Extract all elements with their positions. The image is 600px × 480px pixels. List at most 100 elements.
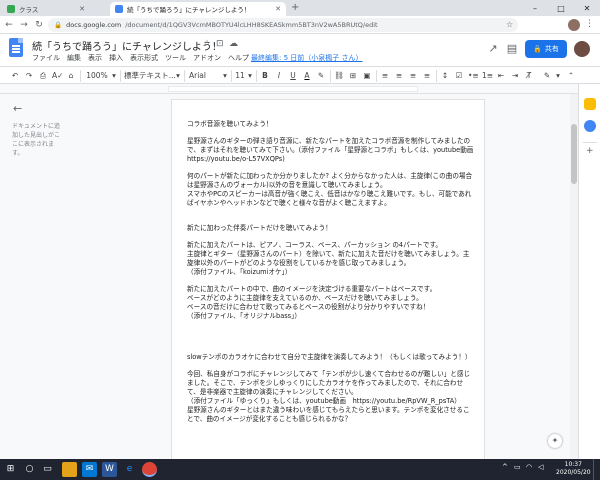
align-left-icon[interactable]: ≡ <box>380 70 390 82</box>
spellcheck-icon[interactable]: A✓ <box>52 70 63 82</box>
bookmark-star-icon[interactable]: ☆ <box>506 20 513 29</box>
menu-format[interactable]: 表示形式 <box>130 53 158 63</box>
menu-help[interactable]: ヘルプ <box>228 53 249 63</box>
indent-increase-icon[interactable]: ⇥ <box>510 70 520 82</box>
indent-decrease-icon[interactable]: ⇤ <box>496 70 506 82</box>
close-icon[interactable]: ✕ <box>275 5 281 13</box>
highlight-icon[interactable]: ✎ <box>316 70 326 82</box>
paragraph[interactable]: 新たに加えたパートの中で、曲のイメージを決定づける重要なパートはベースです。 ベ… <box>187 285 475 321</box>
edit-mode-icon[interactable]: ✎ <box>542 70 552 82</box>
minimize-button[interactable]: – <box>522 0 548 16</box>
scrollbar-thumb[interactable] <box>571 124 577 184</box>
tab-doc[interactable]: 続「うちで踊ろう」にチャレンジしよう！ ✕ <box>110 2 286 16</box>
image-icon[interactable]: ▣ <box>362 70 372 82</box>
align-right-icon[interactable]: ≡ <box>408 70 418 82</box>
battery-icon[interactable]: ▭ <box>514 463 521 471</box>
share-button[interactable]: 🔒 共有 <box>525 40 567 58</box>
document-page[interactable]: コラボ音源を聴いてみよう！ 星野源さんのギターの弾き語り音源に、新たなパートを加… <box>172 100 484 459</box>
clear-format-icon[interactable]: T̸ <box>524 70 534 82</box>
chevron-down-icon[interactable]: ▾ <box>554 70 562 82</box>
link-icon[interactable]: ⛓ <box>334 70 344 82</box>
checklist-icon[interactable]: ☑ <box>454 70 464 82</box>
docs-icon <box>115 5 123 13</box>
move-folder-icon[interactable]: ⊡ <box>216 39 224 49</box>
collapse-menu-icon[interactable]: ⌃ <box>566 70 576 82</box>
activity-dashboard-icon[interactable]: ↗ <box>486 42 500 56</box>
maximize-button[interactable]: □ <box>548 0 574 16</box>
tasks-icon[interactable] <box>584 120 596 132</box>
taskbar-clock[interactable]: 10:37 2020/05/20 <box>556 461 591 477</box>
docs-logo-icon[interactable] <box>9 38 23 57</box>
menu-view[interactable]: 表示 <box>88 53 102 63</box>
comment-icon[interactable]: ▤ <box>505 42 519 56</box>
forward-icon[interactable]: → <box>18 19 30 31</box>
wifi-icon[interactable]: ◠ <box>526 463 532 471</box>
align-center-icon[interactable]: ≡ <box>394 70 404 82</box>
file-explorer-icon[interactable] <box>62 462 77 477</box>
keep-icon[interactable] <box>584 98 596 110</box>
undo-icon[interactable]: ↶ <box>10 70 20 82</box>
document-canvas[interactable]: コラボ音源を聴いてみよう！ 星野源さんのギターの弾き語り音源に、新たなパートを加… <box>60 94 578 459</box>
text-color-icon[interactable]: A <box>302 70 312 82</box>
word-icon[interactable]: W <box>102 462 117 477</box>
tab-class[interactable]: クラス ✕ <box>2 2 90 16</box>
menu-insert[interactable]: 挿入 <box>109 53 123 63</box>
zoom-select[interactable]: 100% <box>84 70 110 82</box>
url-bar[interactable]: 🔒 docs.google.com/document/d/1QGV3VcmMBO… <box>48 18 518 32</box>
menu-file[interactable]: ファイル <box>32 53 60 63</box>
add-addon-icon[interactable]: + <box>586 146 594 156</box>
paragraph-heading[interactable]: 新たに加わった伴奏パートだけを聴いてみよう！ <box>187 224 475 233</box>
search-icon[interactable]: ○ <box>22 462 37 477</box>
underline-icon[interactable]: U <box>288 70 298 82</box>
reload-icon[interactable]: ↻ <box>33 19 45 31</box>
task-view-icon[interactable]: ▭ <box>40 462 55 477</box>
paragraph[interactable]: 新たに加えたパートは、ピアノ、コーラス、ベース、パーカッション の4パートです。… <box>187 241 475 277</box>
close-icon[interactable]: ✕ <box>79 5 85 13</box>
bulleted-list-icon[interactable]: •≡ <box>468 70 479 82</box>
bold-icon[interactable]: B <box>260 70 270 82</box>
paragraph[interactable]: 今回、私自身がコラボにチャレンジしてみて「テンポが少し速くて合わせるのが難しい」… <box>187 370 475 424</box>
last-edit-link[interactable]: 最終編集: 5 日前（小泉楓子 さん） <box>251 53 363 63</box>
new-tab-button[interactable]: + <box>291 2 299 13</box>
font-select[interactable]: Arial <box>189 70 221 82</box>
redo-icon[interactable]: ↷ <box>24 70 34 82</box>
windows-start-icon[interactable]: ⊞ <box>3 462 18 477</box>
print-icon[interactable]: ⎙ <box>38 70 48 82</box>
tray-chevron-icon[interactable]: ^ <box>502 463 508 471</box>
profile-avatar[interactable] <box>568 19 580 31</box>
explore-icon[interactable]: ✦ <box>548 434 562 448</box>
volume-icon[interactable]: ◁ <box>538 463 543 471</box>
line-spacing-icon[interactable]: ↕ <box>440 70 450 82</box>
back-icon[interactable]: ← <box>3 19 15 31</box>
paint-format-icon[interactable]: ⌂ <box>66 70 76 82</box>
numbered-list-icon[interactable]: 1≡ <box>482 70 493 82</box>
paragraph[interactable]: 星野源さんのギターの弾き語り音源に、新たなパートを加えたコラボ音源を制作してみま… <box>187 137 475 164</box>
style-select[interactable]: 標準テキスト... <box>124 70 176 82</box>
edge-icon[interactable]: e <box>122 462 137 477</box>
show-desktop-button[interactable] <box>593 459 600 480</box>
back-arrow-icon[interactable]: ← <box>13 102 22 115</box>
vertical-scrollbar[interactable] <box>570 94 578 459</box>
menu-tools[interactable]: ツール <box>165 53 186 63</box>
paragraph[interactable]: 何のパートが新たに加わったか分かりましたか? よく分からなかった人は、主旋律(こ… <box>187 172 475 208</box>
document-title[interactable]: 続「うちで踊ろう」にチャレンジしよう！ <box>32 38 222 53</box>
menu-bar: ファイル 編集 表示 挿入 表示形式 ツール アドオン ヘルプ <box>32 53 249 63</box>
window-close-button[interactable]: ✕ <box>574 0 600 16</box>
ruler-track[interactable] <box>168 86 418 92</box>
document-body[interactable]: コラボ音源を聴いてみよう！ 星野源さんのギターの弾き語り音源に、新たなパートを加… <box>187 120 475 424</box>
italic-icon[interactable]: I <box>274 70 284 82</box>
url-path: /document/d/1QGV3VcmMBOTYU4lcLHH8SKEASkm… <box>125 21 378 29</box>
justify-icon[interactable]: ≡ <box>422 70 432 82</box>
chrome-menu-icon[interactable]: ⋮ <box>585 19 594 29</box>
paragraph-heading[interactable]: コラボ音源を聴いてみよう！ <box>187 120 475 129</box>
paragraph-heading[interactable]: slowテンポのカラオケに合わせて自分で主旋律を演奏してみよう！（もしくは歌って… <box>187 353 475 362</box>
menu-edit[interactable]: 編集 <box>67 53 81 63</box>
chrome-icon[interactable] <box>142 462 157 477</box>
clock-time: 10:37 <box>564 461 582 468</box>
avatar[interactable] <box>573 40 591 58</box>
comment-add-icon[interactable]: ⊞ <box>348 70 358 82</box>
menu-addons[interactable]: アドオン <box>193 53 221 63</box>
font-size-select[interactable]: 11 <box>234 70 246 82</box>
star-icon[interactable]: ☆ <box>203 39 211 49</box>
mail-icon[interactable]: ✉ <box>82 462 97 477</box>
